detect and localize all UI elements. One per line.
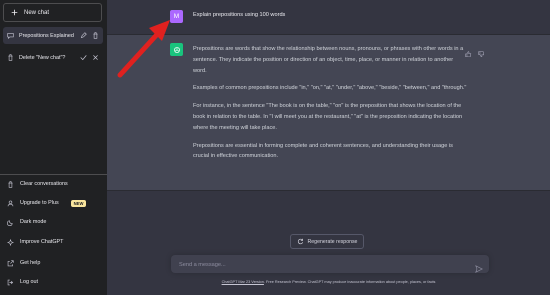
sidebar: New chat Prepositions Explained Delete "… [0,0,107,295]
chat-bubble-icon [7,32,14,39]
answer-paragraph: Prepositions are essential in forming co… [193,142,453,160]
plus-icon [11,9,18,16]
dark-mode-label: Dark mode [20,219,47,225]
chatgpt-logo-icon [170,43,183,56]
new-chat-label: New chat [24,9,50,16]
trash-icon [7,180,14,188]
log-out-button[interactable]: Log out [3,274,103,290]
thumbs-up-icon[interactable] [465,44,472,62]
new-chat-button[interactable]: New chat [3,3,102,22]
chat-item-label: Delete "New chat"? [19,54,66,61]
footer-disclaimer: ChatGPT Mar 23 Version. Free Research Pr… [107,280,550,284]
user-icon [7,200,14,207]
assistant-message: Prepositions are words that show the rel… [193,44,468,169]
user-message: Explain prepositions using 100 words [193,12,286,18]
chat-item-label: Prepositions Explained [19,32,74,39]
sparkle-icon [7,238,14,246]
version-link[interactable]: ChatGPT Mar 23 Version [222,280,264,284]
improve-chatgpt-button[interactable]: Improve ChatGPT [3,234,103,250]
message-composer [171,255,489,273]
delete-icon[interactable] [92,32,99,39]
logout-icon [7,279,14,286]
user-message-row: M Explain prepositions using 100 words [107,0,550,35]
chat-main: M Explain prepositions using 100 words P… [107,0,550,295]
log-out-label: Log out [20,279,38,285]
upgrade-plus-label: Upgrade to Plus [20,200,59,206]
dark-mode-button[interactable]: Dark mode [3,214,103,230]
edit-icon[interactable] [80,32,87,39]
chat-item-prepositions[interactable]: Prepositions Explained [3,27,103,44]
refresh-icon [297,238,304,245]
message-input[interactable] [177,257,471,273]
new-badge: NEW [70,199,87,207]
check-icon[interactable] [80,54,87,61]
improve-chatgpt-label: Improve ChatGPT [20,239,64,245]
answer-paragraph: For instance, in the sentence "The book … [193,103,463,131]
regenerate-response-button[interactable]: Regenerate response [290,234,364,249]
external-link-icon [7,259,14,267]
feedback-buttons [465,44,484,62]
clear-conversations-button[interactable]: Clear conversations [3,176,103,192]
upgrade-plus-button[interactable]: Upgrade to Plus NEW [3,195,103,211]
clear-conversations-label: Clear conversations [20,181,68,187]
trash-icon [7,54,14,61]
regenerate-label: Regenerate response [307,238,358,245]
footer-text: . Free Research Preview. ChatGPT may pro… [263,280,436,284]
get-help-label: Get help [20,260,41,266]
thumbs-down-icon[interactable] [477,44,485,62]
chat-item-delete-confirm[interactable]: Delete "New chat"? [3,49,103,66]
assistant-message-row: Prepositions are words that show the rel… [107,35,550,191]
send-icon[interactable] [475,260,483,273]
get-help-button[interactable]: Get help [3,255,103,271]
sidebar-divider [0,174,107,175]
moon-icon [7,219,14,226]
answer-paragraph: Examples of common prepositions include … [193,85,467,92]
close-icon[interactable] [92,54,99,61]
user-avatar: M [170,10,183,23]
answer-paragraph: Prepositions are words that show the rel… [193,46,464,74]
